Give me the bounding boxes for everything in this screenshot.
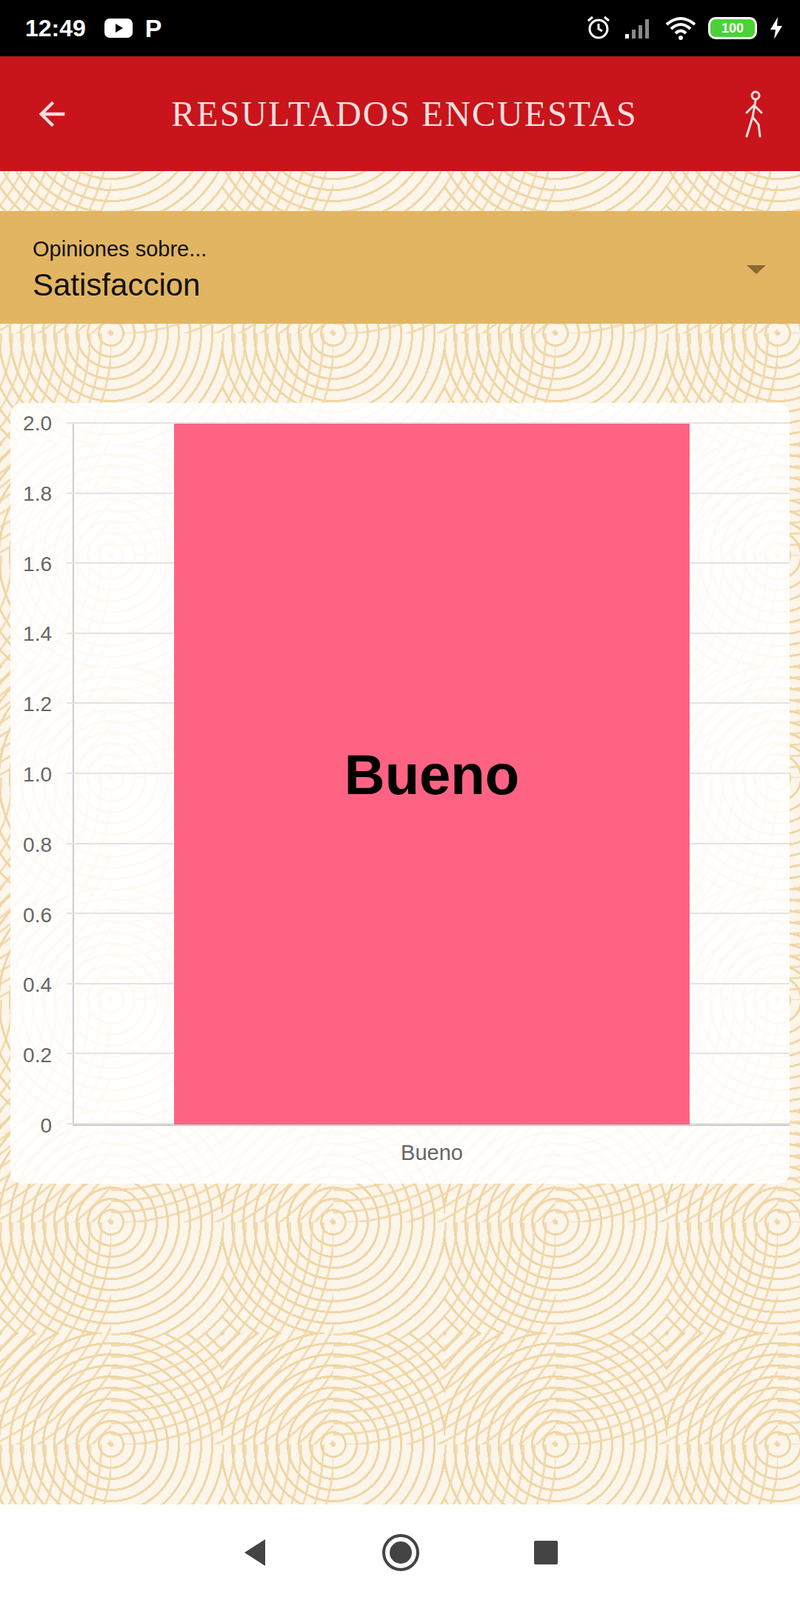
y-tick-label: 0.6 [22, 905, 52, 926]
battery-icon: 100 [708, 17, 758, 40]
selector-label: Opiniones sobre... [32, 237, 746, 262]
chart-card: 2.0 1.8 1.6 1.4 1.2 1.0 0.8 0.6 0.4 0.2 0 Bueno Buen… [10, 402, 790, 1184]
signal-icon [623, 16, 654, 40]
battery-level: 100 [721, 21, 744, 35]
alarm-icon [585, 14, 612, 42]
x-axis: Bueno [10, 1125, 790, 1166]
nav-back-icon[interactable] [240, 1536, 270, 1569]
survey-selector[interactable]: Opiniones sobre... Satisfaccion [0, 211, 800, 324]
dropdown-arrow-icon[interactable] [745, 263, 768, 276]
plot-area: Bueno [72, 423, 790, 1126]
status-bar: 12:49 P 100 [0, 0, 800, 57]
clock: 12:49 [25, 14, 86, 43]
y-tick-label: 2.0 [22, 413, 52, 435]
chart-area: 2.01.81.61.41.21.00.80.60.40.20Bueno [10, 423, 790, 1126]
status-left: 12:49 P [25, 14, 163, 43]
wifi-icon [665, 15, 697, 41]
y-tick-label: 1.2 [22, 694, 52, 715]
nav-home-icon[interactable] [380, 1532, 421, 1573]
nav-recents-icon[interactable] [531, 1538, 560, 1567]
y-tick-label: 0.8 [22, 834, 52, 856]
y-tick-label: 1.6 [22, 554, 52, 575]
category-band: Bueno [74, 423, 790, 1125]
selector-text: Opiniones sobre... Satisfaccion [32, 237, 746, 303]
bar[interactable]: Bueno [174, 423, 690, 1125]
status-right: 100 [585, 14, 784, 42]
walking-person-icon[interactable] [737, 90, 771, 138]
y-axis: 2.01.81.61.41.21.00.80.60.40.20 [10, 423, 73, 1126]
youtube-icon [103, 17, 134, 40]
notification-glyph: P [145, 14, 163, 43]
y-tick-label: 0.2 [22, 1045, 52, 1066]
bar-label: Bueno [344, 742, 520, 807]
y-tick-label: 1.4 [22, 623, 52, 645]
back-arrow-icon[interactable] [32, 94, 72, 134]
y-tick-label: 0.4 [22, 974, 52, 996]
selector-value[interactable]: Satisfaccion [32, 267, 746, 303]
charging-icon [768, 16, 784, 40]
y-tick-label: 1.0 [22, 764, 52, 786]
y-tick-label: 0 [40, 1115, 52, 1137]
navigation-bar [0, 1504, 800, 1600]
y-tick-label: 1.8 [22, 483, 52, 505]
x-tick-label: Bueno [74, 1125, 790, 1166]
app-bar: RESULTADOS ENCUESTAS [0, 56, 800, 172]
screen-title: RESULTADOS ENCUESTAS [71, 93, 738, 135]
